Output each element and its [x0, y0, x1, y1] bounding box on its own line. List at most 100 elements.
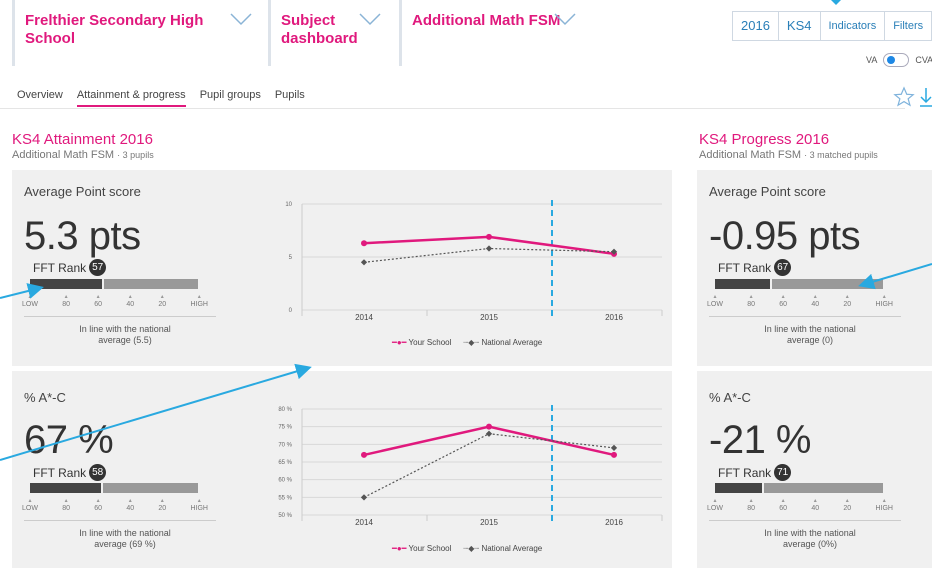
- progress-aps-national-note: In line with the national average (0): [764, 324, 856, 345]
- progress-aps-label: Average Point score: [709, 184, 826, 199]
- va-cva-toggle[interactable]: VA CVA: [866, 53, 932, 67]
- y-tick-label: 80 %: [278, 407, 292, 413]
- y-tick-label: 65 %: [278, 460, 292, 466]
- tab-bar: Overview Attainment & progress Pupil gro…: [17, 89, 319, 107]
- y-tick-label: 50 %: [278, 513, 292, 519]
- x-tick-label: 2015: [480, 313, 498, 322]
- subject-selector[interactable]: Additional Math FSM: [399, 0, 579, 66]
- data-point-school: [361, 451, 367, 458]
- rank-scale: LOW80604020HIGH: [22, 505, 208, 512]
- tab-attainment-progress[interactable]: Attainment & progress: [76, 89, 186, 107]
- panel-separator: [697, 366, 932, 371]
- chevron-down-icon[interactable]: [359, 12, 381, 26]
- star-icon[interactable]: [893, 86, 915, 113]
- toggle-cva-label: CVA: [915, 55, 932, 65]
- divider: [709, 316, 901, 317]
- chevron-down-icon[interactable]: [554, 12, 576, 26]
- y-tick-label: 5: [289, 255, 293, 261]
- pct-rank: FFT Rank 58: [33, 464, 107, 481]
- series-line-national: [363, 433, 615, 498]
- attainment-panel: Average Point score 5.3 pts FFT Rank57 L…: [12, 170, 672, 568]
- data-point-school: [611, 451, 617, 458]
- y-tick-label: 60 %: [278, 478, 292, 484]
- toggle-va-label: VA: [866, 55, 878, 65]
- aps-line-chart: 0 5 10 2014 2015 2016: [285, 200, 663, 322]
- pointer-arrow-icon: [831, 0, 841, 5]
- progress-panel: Average Point score -0.95 pts FFT Rank 67…: [697, 170, 932, 568]
- progress-aps-rank-bar: [715, 279, 883, 289]
- rank-badge: 58: [89, 464, 107, 481]
- data-point-national: [610, 444, 618, 451]
- x-tick-label: 2016: [605, 313, 623, 322]
- aps-label: Average Point score: [24, 184, 141, 199]
- data-point-national: [485, 245, 493, 252]
- x-tick-label: 2014: [355, 313, 373, 322]
- panel-separator: [12, 366, 672, 371]
- y-tick-label: 10: [285, 202, 292, 208]
- progress-pct-label: % A*-C: [709, 390, 751, 405]
- rank-scale: LOW80604020HIGH: [707, 505, 893, 512]
- toggle-switch[interactable]: [883, 53, 910, 67]
- filter-indicators[interactable]: Indicators: [821, 12, 886, 40]
- download-icon[interactable]: [920, 86, 932, 113]
- tab-pupil-groups[interactable]: Pupil groups: [200, 89, 261, 107]
- filter-bar: 2016 KS4 Indicators Filters: [732, 11, 932, 41]
- x-tick-label: 2016: [605, 518, 623, 527]
- progress-aps-rank: FFT Rank 67: [718, 259, 792, 276]
- tab-pupils[interactable]: Pupils: [275, 89, 305, 107]
- legend-national: ┈◆┈ National Average: [463, 544, 543, 553]
- aps-rank: FFT Rank 57: [33, 259, 107, 276]
- school-name: Frelthier Secondary High School: [25, 12, 204, 47]
- x-tick-label: 2015: [480, 518, 498, 527]
- pct-line-chart: 50 % 55 % 60 % 65 % 70 % 75 % 80 % 2014 2015 2016: [278, 405, 663, 527]
- filter-keystage[interactable]: KS4: [779, 12, 821, 40]
- progress-pct-value: -21 %: [709, 418, 812, 462]
- rank-scale: LOW80604020HIGH: [22, 301, 208, 308]
- aps-value: 5.3 pts: [24, 214, 141, 258]
- y-tick-label: 0: [289, 308, 293, 314]
- y-tick-label: 55 %: [278, 495, 292, 501]
- pct-label: % A*-C: [24, 390, 66, 405]
- dashboard-name: Subject dashboard: [281, 12, 358, 47]
- tab-overview[interactable]: Overview: [17, 89, 63, 107]
- data-point-school: [486, 423, 492, 430]
- rank-badge: 71: [774, 464, 792, 481]
- school-selector[interactable]: Frelthier Secondary High School: [12, 0, 258, 66]
- y-tick-label: 70 %: [278, 442, 292, 448]
- pct-national-note: In line with the national average (69 %): [79, 528, 171, 549]
- rank-scale: LOW80604020HIGH: [707, 301, 893, 308]
- legend-national: ┈◆┈ National Average: [463, 338, 543, 347]
- data-point-school: [361, 240, 367, 247]
- aps-national-note: In line with the national average (5.5): [79, 324, 171, 345]
- pct-rank-bar: [30, 483, 198, 493]
- tab-divider: [0, 108, 905, 109]
- chart-legend: ━●━ Your School ┈◆┈ National Average: [392, 338, 542, 347]
- attainment-subtitle: Additional Math FSM · 3 pupils: [12, 149, 154, 161]
- filter-year[interactable]: 2016: [733, 12, 779, 40]
- progress-aps-value: -0.95 pts: [709, 214, 861, 258]
- chevron-down-icon[interactable]: [230, 12, 252, 26]
- progress-pct-rank: FFT Rank 71: [718, 464, 792, 481]
- rank-badge: 67: [774, 259, 792, 276]
- progress-title: KS4 Progress 2016: [699, 131, 830, 148]
- progress-pct-national-note: In line with the national average (0%): [764, 528, 856, 549]
- legend-school: ━●━ Your School: [392, 338, 452, 347]
- filter-filters[interactable]: Filters: [885, 12, 931, 40]
- pct-value: 67 %: [24, 418, 114, 462]
- progress-subtitle: Additional Math FSM · 3 matched pupils: [699, 149, 878, 161]
- chart-legend: ━●━ Your School ┈◆┈ National Average: [392, 544, 542, 553]
- x-tick-label: 2014: [355, 518, 373, 527]
- attainment-title: KS4 Attainment 2016: [12, 131, 153, 148]
- rank-badge: 57: [89, 259, 107, 276]
- data-point-school: [486, 233, 492, 240]
- dashboard-selector[interactable]: Subject dashboard: [268, 0, 388, 66]
- data-point-national: [360, 494, 368, 501]
- legend-school: ━●━ Your School: [392, 544, 452, 553]
- data-point-national: [360, 259, 368, 266]
- data-point-national: [485, 430, 493, 437]
- y-tick-label: 75 %: [278, 425, 292, 431]
- progress-pct-rank-bar: [715, 483, 883, 493]
- divider: [24, 520, 216, 521]
- divider: [24, 316, 216, 317]
- aps-rank-bar: [30, 279, 198, 289]
